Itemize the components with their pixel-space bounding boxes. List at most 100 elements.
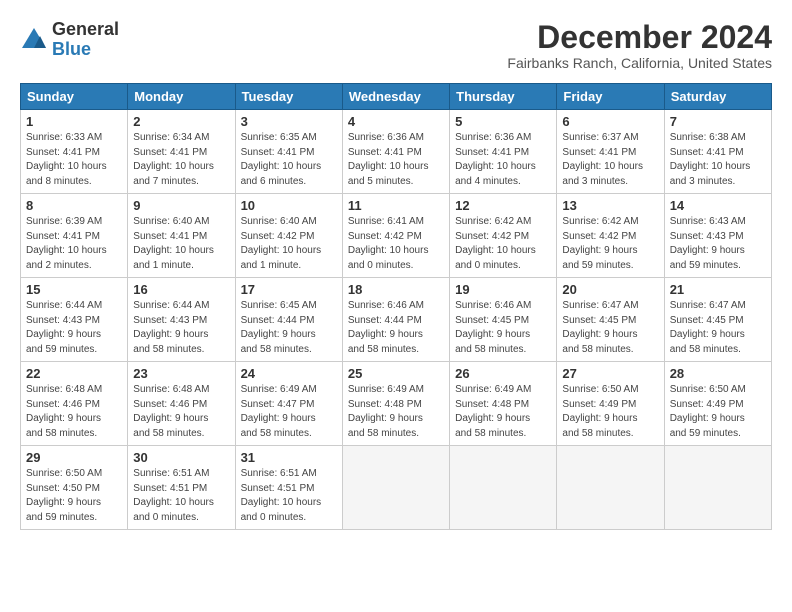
calendar-day-cell: 29 Sunrise: 6:50 AM Sunset: 4:50 PM Dayli… bbox=[21, 446, 128, 530]
calendar-day-cell: 18 Sunrise: 6:46 AM Sunset: 4:44 PM Dayli… bbox=[342, 278, 449, 362]
logo-icon bbox=[20, 26, 48, 54]
day-number: 28 bbox=[670, 366, 766, 381]
header: General Blue December 2024 Fairbanks Ran… bbox=[20, 20, 772, 71]
day-number: 19 bbox=[455, 282, 551, 297]
calendar-day-cell: 4 Sunrise: 6:36 AM Sunset: 4:41 PM Daylig… bbox=[342, 110, 449, 194]
calendar-day-cell: 9Sunrise: 6:40 AM Sunset: 4:41 PM Daylig… bbox=[128, 194, 235, 278]
col-saturday: Saturday bbox=[664, 84, 771, 110]
calendar-day-cell bbox=[557, 446, 664, 530]
day-info: Sunrise: 6:37 AM Sunset: 4:41 PM Dayligh… bbox=[562, 131, 658, 189]
day-number: 25 bbox=[348, 366, 444, 381]
day-info: Sunrise: 6:48 AM Sunset: 4:46 PM Dayligh… bbox=[133, 383, 229, 441]
day-info: Sunrise: 6:40 AM Sunset: 4:42 PM Dayligh… bbox=[241, 215, 337, 273]
day-info: Sunrise: 6:44 AM Sunset: 4:43 PM Dayligh… bbox=[26, 299, 122, 357]
day-number: 27 bbox=[562, 366, 658, 381]
day-info: Sunrise: 6:35 AM Sunset: 4:41 PM Dayligh… bbox=[241, 131, 337, 189]
col-tuesday: Tuesday bbox=[235, 84, 342, 110]
calendar-header-row: Sunday Monday Tuesday Wednesday Thursday… bbox=[21, 84, 772, 110]
day-number: 16 bbox=[133, 282, 229, 297]
day-info: Sunrise: 6:47 AM Sunset: 4:45 PM Dayligh… bbox=[670, 299, 766, 357]
calendar-day-cell bbox=[342, 446, 449, 530]
day-number: 4 bbox=[348, 114, 444, 129]
col-wednesday: Wednesday bbox=[342, 84, 449, 110]
calendar-day-cell: 28 Sunrise: 6:50 AM Sunset: 4:49 PM Dayli… bbox=[664, 362, 771, 446]
calendar-day-cell: 20 Sunrise: 6:47 AM Sunset: 4:45 PM Dayli… bbox=[557, 278, 664, 362]
calendar-day-cell: 1Sunrise: 6:33 AM Sunset: 4:41 PM Daylig… bbox=[21, 110, 128, 194]
calendar-week-3: 15 Sunrise: 6:44 AM Sunset: 4:43 PM Dayli… bbox=[21, 278, 772, 362]
calendar-day-cell: 10 Sunrise: 6:40 AM Sunset: 4:42 PM Dayli… bbox=[235, 194, 342, 278]
day-info: Sunrise: 6:36 AM Sunset: 4:41 PM Dayligh… bbox=[455, 131, 551, 189]
calendar-day-cell: 3 Sunrise: 6:35 AM Sunset: 4:41 PM Daylig… bbox=[235, 110, 342, 194]
day-info: Sunrise: 6:38 AM Sunset: 4:41 PM Dayligh… bbox=[670, 131, 766, 189]
calendar-day-cell: 21 Sunrise: 6:47 AM Sunset: 4:45 PM Dayli… bbox=[664, 278, 771, 362]
day-info: Sunrise: 6:51 AM Sunset: 4:51 PM Dayligh… bbox=[241, 467, 337, 525]
day-number: 12 bbox=[455, 198, 551, 213]
calendar-day-cell: 7Sunrise: 6:38 AM Sunset: 4:41 PM Daylig… bbox=[664, 110, 771, 194]
day-number: 24 bbox=[241, 366, 337, 381]
calendar-day-cell: 27 Sunrise: 6:50 AM Sunset: 4:49 PM Dayli… bbox=[557, 362, 664, 446]
col-sunday: Sunday bbox=[21, 84, 128, 110]
day-number: 30 bbox=[133, 450, 229, 465]
day-number: 20 bbox=[562, 282, 658, 297]
day-number: 3 bbox=[241, 114, 337, 129]
calendar-day-cell: 31Sunrise: 6:51 AM Sunset: 4:51 PM Dayli… bbox=[235, 446, 342, 530]
day-info: Sunrise: 6:46 AM Sunset: 4:44 PM Dayligh… bbox=[348, 299, 444, 357]
title-area: December 2024 Fairbanks Ranch, Californi… bbox=[507, 20, 772, 71]
calendar-day-cell: 17 Sunrise: 6:45 AM Sunset: 4:44 PM Dayli… bbox=[235, 278, 342, 362]
day-number: 15 bbox=[26, 282, 122, 297]
day-info: Sunrise: 6:39 AM Sunset: 4:41 PM Dayligh… bbox=[26, 215, 122, 273]
day-info: Sunrise: 6:45 AM Sunset: 4:44 PM Dayligh… bbox=[241, 299, 337, 357]
calendar-week-2: 8 Sunrise: 6:39 AM Sunset: 4:41 PM Daylig… bbox=[21, 194, 772, 278]
day-number: 21 bbox=[670, 282, 766, 297]
calendar-day-cell: 6 Sunrise: 6:37 AM Sunset: 4:41 PM Daylig… bbox=[557, 110, 664, 194]
calendar-week-4: 22 Sunrise: 6:48 AM Sunset: 4:46 PM Dayli… bbox=[21, 362, 772, 446]
day-info: Sunrise: 6:33 AM Sunset: 4:41 PM Dayligh… bbox=[26, 131, 122, 189]
calendar-day-cell: 2Sunrise: 6:34 AM Sunset: 4:41 PM Daylig… bbox=[128, 110, 235, 194]
day-number: 5 bbox=[455, 114, 551, 129]
calendar-day-cell: 22Sunrise: 6:48 AM Sunset: 4:46 PM Dayli… bbox=[21, 362, 128, 446]
calendar-day-cell: 5 Sunrise: 6:36 AM Sunset: 4:41 PM Daylig… bbox=[450, 110, 557, 194]
calendar-day-cell bbox=[450, 446, 557, 530]
calendar-week-1: 1Sunrise: 6:33 AM Sunset: 4:41 PM Daylig… bbox=[21, 110, 772, 194]
col-monday: Monday bbox=[128, 84, 235, 110]
calendar-day-cell: 26 Sunrise: 6:49 AM Sunset: 4:48 PM Dayli… bbox=[450, 362, 557, 446]
calendar-day-cell: 24 Sunrise: 6:49 AM Sunset: 4:47 PM Dayli… bbox=[235, 362, 342, 446]
day-info: Sunrise: 6:51 AM Sunset: 4:51 PM Dayligh… bbox=[133, 467, 229, 525]
day-number: 26 bbox=[455, 366, 551, 381]
day-number: 22 bbox=[26, 366, 122, 381]
calendar-day-cell: 16Sunrise: 6:44 AM Sunset: 4:43 PM Dayli… bbox=[128, 278, 235, 362]
day-info: Sunrise: 6:49 AM Sunset: 4:47 PM Dayligh… bbox=[241, 383, 337, 441]
month-title: December 2024 bbox=[507, 20, 772, 55]
calendar-day-cell: 30 Sunrise: 6:51 AM Sunset: 4:51 PM Dayli… bbox=[128, 446, 235, 530]
day-info: Sunrise: 6:50 AM Sunset: 4:49 PM Dayligh… bbox=[562, 383, 658, 441]
location-text: Fairbanks Ranch, California, United Stat… bbox=[507, 55, 772, 71]
day-info: Sunrise: 6:50 AM Sunset: 4:50 PM Dayligh… bbox=[26, 467, 122, 525]
day-info: Sunrise: 6:34 AM Sunset: 4:41 PM Dayligh… bbox=[133, 131, 229, 189]
calendar-day-cell: 11Sunrise: 6:41 AM Sunset: 4:42 PM Dayli… bbox=[342, 194, 449, 278]
calendar-day-cell: 12Sunrise: 6:42 AM Sunset: 4:42 PM Dayli… bbox=[450, 194, 557, 278]
day-number: 10 bbox=[241, 198, 337, 213]
day-info: Sunrise: 6:36 AM Sunset: 4:41 PM Dayligh… bbox=[348, 131, 444, 189]
day-number: 8 bbox=[26, 198, 122, 213]
day-number: 13 bbox=[562, 198, 658, 213]
day-number: 23 bbox=[133, 366, 229, 381]
calendar-day-cell: 14Sunrise: 6:43 AM Sunset: 4:43 PM Dayli… bbox=[664, 194, 771, 278]
day-number: 29 bbox=[26, 450, 122, 465]
day-number: 14 bbox=[670, 198, 766, 213]
day-number: 6 bbox=[562, 114, 658, 129]
logo: General Blue bbox=[20, 20, 119, 60]
day-info: Sunrise: 6:50 AM Sunset: 4:49 PM Dayligh… bbox=[670, 383, 766, 441]
day-info: Sunrise: 6:47 AM Sunset: 4:45 PM Dayligh… bbox=[562, 299, 658, 357]
day-number: 18 bbox=[348, 282, 444, 297]
logo-text: General Blue bbox=[52, 20, 119, 60]
col-friday: Friday bbox=[557, 84, 664, 110]
calendar-day-cell: 8 Sunrise: 6:39 AM Sunset: 4:41 PM Daylig… bbox=[21, 194, 128, 278]
day-info: Sunrise: 6:49 AM Sunset: 4:48 PM Dayligh… bbox=[348, 383, 444, 441]
logo-general-text: General bbox=[52, 20, 119, 40]
day-number: 17 bbox=[241, 282, 337, 297]
calendar-page: General Blue December 2024 Fairbanks Ran… bbox=[0, 0, 792, 612]
calendar-week-5: 29 Sunrise: 6:50 AM Sunset: 4:50 PM Dayli… bbox=[21, 446, 772, 530]
day-info: Sunrise: 6:49 AM Sunset: 4:48 PM Dayligh… bbox=[455, 383, 551, 441]
calendar-day-cell: 15 Sunrise: 6:44 AM Sunset: 4:43 PM Dayli… bbox=[21, 278, 128, 362]
calendar-day-cell: 13Sunrise: 6:42 AM Sunset: 4:42 PM Dayli… bbox=[557, 194, 664, 278]
